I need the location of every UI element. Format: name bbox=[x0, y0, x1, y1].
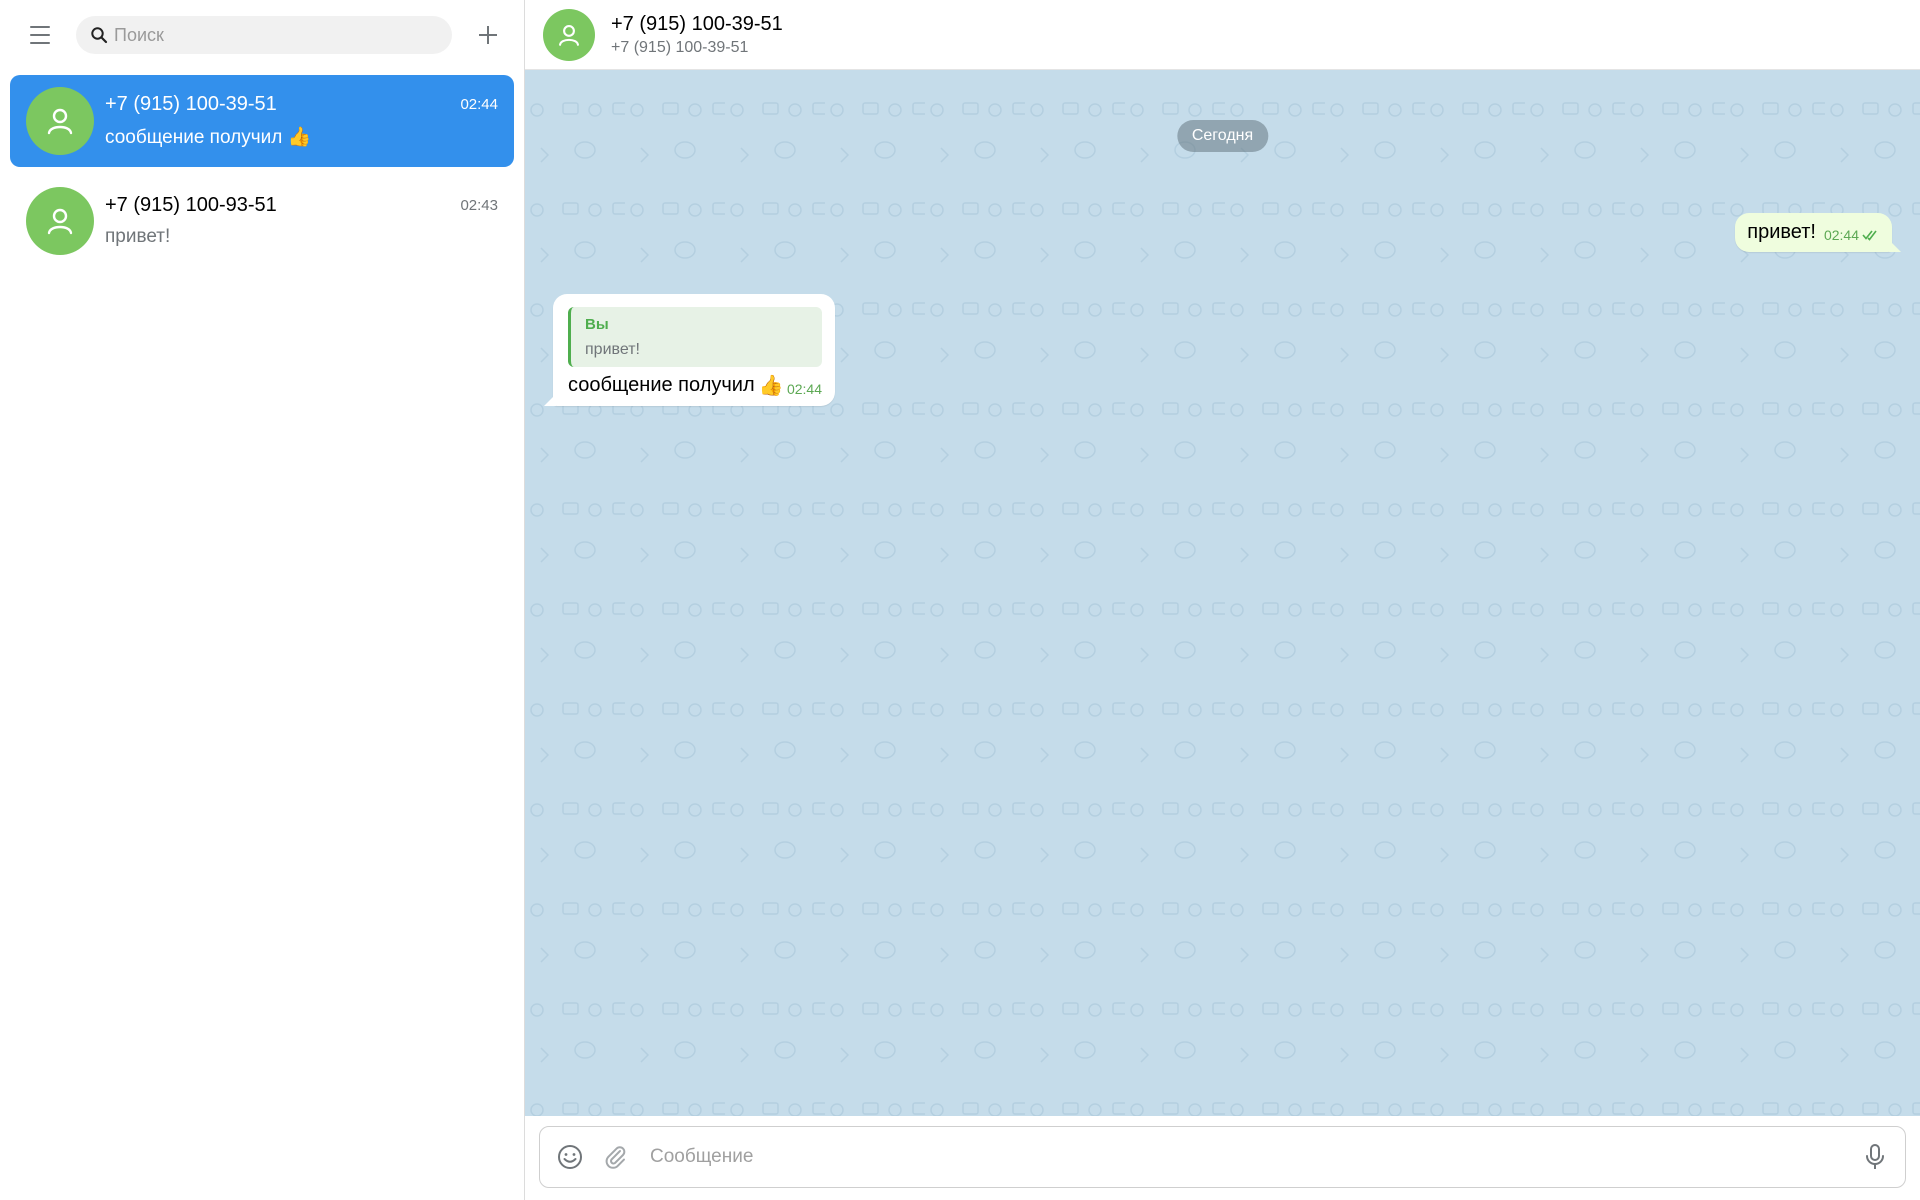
double-check-icon bbox=[1862, 230, 1877, 241]
sidebar: +7 (915) 100-39-51 02:44 сообщение получ… bbox=[0, 0, 525, 1200]
search-box[interactable] bbox=[76, 16, 452, 54]
date-separator: Сегодня bbox=[1176, 120, 1269, 152]
incoming-message[interactable]: Вы привет! сообщение получил 👍 02:44 bbox=[544, 294, 835, 406]
avatar bbox=[26, 187, 94, 255]
chat-time: 02:44 bbox=[460, 96, 498, 113]
chat-preview: привет! bbox=[105, 226, 498, 248]
avatar[interactable] bbox=[543, 8, 595, 61]
reply-author: Вы bbox=[585, 316, 609, 333]
message-time: 02:44 bbox=[1823, 227, 1859, 243]
chat-preview: сообщение получил 👍 bbox=[105, 125, 498, 149]
chat-header[interactable]: +7 (915) 100-39-51 +7 (915) 100-39-51 bbox=[525, 0, 1920, 70]
plus-icon[interactable] bbox=[470, 17, 506, 53]
message-meta: 02:44 bbox=[1824, 227, 1880, 244]
background-pattern bbox=[525, 70, 1920, 1116]
message-time: 02:44 bbox=[786, 381, 822, 397]
reply-quote[interactable]: Вы привет! bbox=[568, 307, 822, 367]
user-icon bbox=[47, 108, 73, 135]
message-content: сообщение получил 👍 bbox=[568, 373, 784, 398]
chat-preview-text: привет! bbox=[105, 226, 171, 247]
thumbs-up-emoji: 👍 bbox=[758, 375, 784, 397]
hamburger-icon[interactable] bbox=[22, 17, 58, 53]
chat-panel: +7 (915) 100-39-51 +7 (915) 100-39-51 Се… bbox=[525, 0, 1920, 1200]
outgoing-message[interactable]: привет! 02:44 bbox=[1735, 213, 1901, 252]
messenger-app: +7 (915) 100-39-51 02:44 сообщение получ… bbox=[0, 0, 1920, 1200]
chat-name: +7 (915) 100-39-51 bbox=[105, 93, 277, 115]
chat-info: +7 (915) 100-93-51 02:43 привет! bbox=[105, 194, 498, 248]
header-subtitle: +7 (915) 100-39-51 bbox=[611, 38, 749, 56]
paperclip-icon[interactable] bbox=[600, 1141, 632, 1173]
composer-area bbox=[525, 1116, 1920, 1200]
message-area[interactable]: Сегодня привет! 02:44 Вы привет! сообщен… bbox=[525, 70, 1920, 1116]
user-icon bbox=[47, 208, 73, 235]
user-icon bbox=[559, 24, 579, 46]
message-text: сообщение получил bbox=[568, 374, 755, 396]
message-text: привет! bbox=[1747, 221, 1816, 243]
avatar bbox=[26, 87, 94, 155]
header-title: +7 (915) 100-39-51 bbox=[611, 12, 783, 35]
sidebar-toolbar bbox=[0, 0, 524, 70]
composer bbox=[539, 1126, 1906, 1188]
chat-list: +7 (915) 100-39-51 02:44 сообщение получ… bbox=[0, 70, 524, 280]
reply-text: привет! bbox=[585, 341, 640, 358]
thumbs-up-emoji: 👍 bbox=[287, 127, 312, 148]
chat-preview-text: сообщение получил bbox=[105, 127, 283, 148]
header-info: +7 (915) 100-39-51 +7 (915) 100-39-51 bbox=[611, 13, 783, 57]
search-icon bbox=[90, 25, 110, 45]
message-input[interactable] bbox=[650, 1146, 1859, 1168]
smile-icon[interactable] bbox=[554, 1141, 586, 1173]
chat-name: +7 (915) 100-93-51 bbox=[105, 194, 277, 216]
chat-time: 02:43 bbox=[460, 197, 498, 214]
microphone-icon[interactable] bbox=[1859, 1141, 1891, 1173]
chat-info: +7 (915) 100-39-51 02:44 сообщение получ… bbox=[105, 93, 498, 149]
search-input[interactable] bbox=[114, 24, 438, 46]
chat-list-item[interactable]: +7 (915) 100-39-51 02:44 сообщение получ… bbox=[10, 75, 514, 167]
chat-list-item[interactable]: +7 (915) 100-93-51 02:43 привет! bbox=[10, 175, 514, 267]
